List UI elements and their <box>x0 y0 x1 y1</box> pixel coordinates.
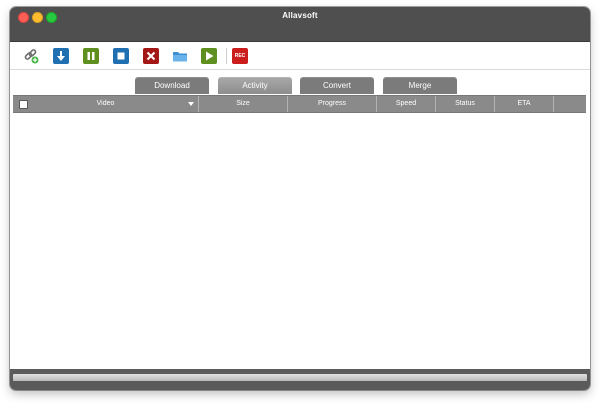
stop-icon <box>117 52 125 60</box>
column-spacer <box>554 96 586 112</box>
column-eta[interactable]: ETA <box>495 96 554 112</box>
close-icon <box>146 51 156 61</box>
table-header: Video Size Progress Speed Status ETA <box>13 95 586 113</box>
pause-icon <box>87 52 95 60</box>
status-bar <box>10 369 590 390</box>
record-icon: REC <box>234 53 246 59</box>
delete-button[interactable] <box>143 48 159 64</box>
tab-merge[interactable]: Merge <box>383 77 457 94</box>
column-size[interactable]: Size <box>199 96 288 112</box>
play-button[interactable] <box>201 48 217 64</box>
link-add-icon <box>24 49 39 64</box>
horizontal-scrollbar[interactable] <box>13 374 587 381</box>
open-folder-button[interactable] <box>172 48 188 64</box>
title-bar: Allavsoft <box>10 7 590 42</box>
toolbar-separator <box>226 48 227 64</box>
column-video-label: Video <box>96 100 115 107</box>
column-status[interactable]: Status <box>436 96 495 112</box>
window-title: Allavsoft <box>282 11 318 20</box>
add-url-button[interactable] <box>23 48 39 64</box>
record-button[interactable]: REC <box>232 48 248 64</box>
tab-activity[interactable]: Activity <box>218 77 292 94</box>
column-speed[interactable]: Speed <box>377 96 436 112</box>
chevron-down-icon[interactable] <box>188 102 194 106</box>
download-list[interactable] <box>13 113 586 368</box>
download-icon <box>57 51 65 61</box>
app-window: Allavsoft REC Download Activity Convert … <box>10 7 590 390</box>
download-button[interactable] <box>53 48 69 64</box>
tab-convert[interactable]: Convert <box>300 77 374 94</box>
column-progress[interactable]: Progress <box>288 96 377 112</box>
play-icon <box>206 51 214 61</box>
column-video[interactable]: Video <box>13 96 199 112</box>
select-all-checkbox[interactable] <box>19 100 28 109</box>
toolbar: REC <box>10 42 590 70</box>
tab-download[interactable]: Download <box>135 77 209 94</box>
tab-bar: Download Activity Convert Merge <box>10 77 590 96</box>
folder-icon <box>173 52 187 62</box>
pause-button[interactable] <box>83 48 99 64</box>
stop-button[interactable] <box>113 48 129 64</box>
